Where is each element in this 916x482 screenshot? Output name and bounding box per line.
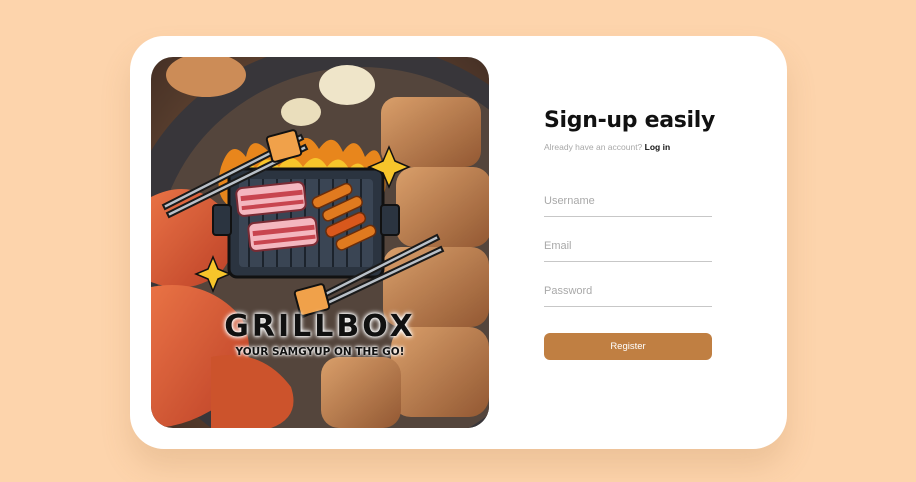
signup-form: Sign-up easily Already have an account? … — [544, 108, 716, 360]
page-title: Sign-up easily — [544, 108, 716, 133]
logo-title: GRILLBOX — [224, 309, 416, 344]
login-prompt: Already have an account? Log in — [544, 142, 712, 152]
email-field[interactable] — [544, 231, 712, 262]
login-link[interactable]: Log in — [645, 142, 671, 152]
signup-card: GRILLBOX YOUR SAMGYUP ON THE GO! Sign-up… — [130, 36, 787, 449]
hero-image: GRILLBOX YOUR SAMGYUP ON THE GO! — [151, 57, 489, 428]
logo-tagline: YOUR SAMGYUP ON THE GO! — [235, 346, 405, 358]
username-field[interactable] — [544, 186, 712, 217]
grill-food-illustration — [151, 57, 489, 428]
password-field[interactable] — [544, 276, 712, 307]
register-button[interactable]: Register — [544, 333, 712, 360]
login-prompt-text: Already have an account? — [544, 142, 643, 152]
